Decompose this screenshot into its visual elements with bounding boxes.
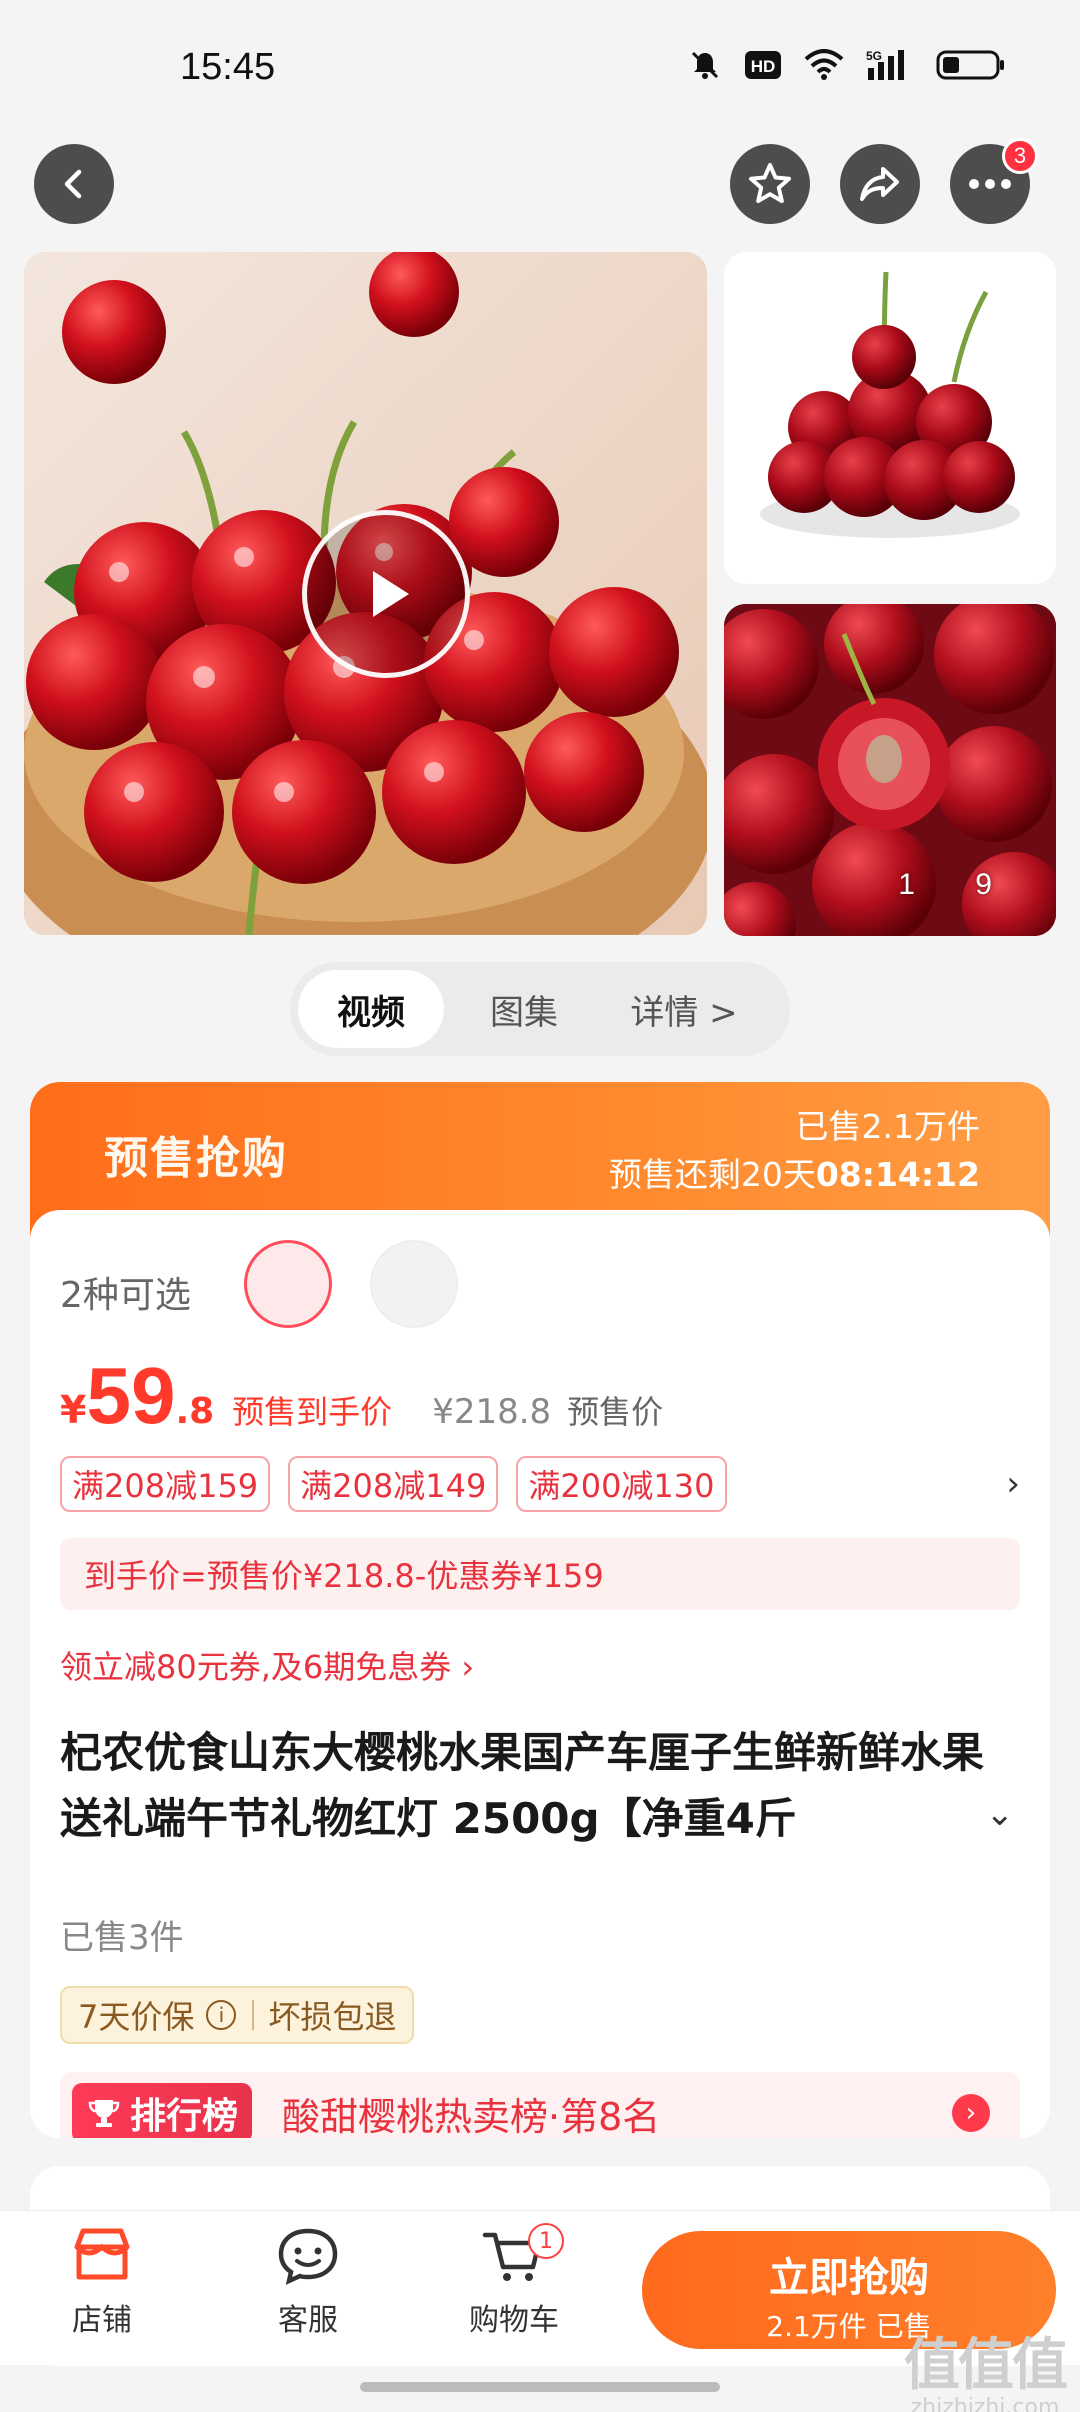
presale-price-label: 预售价 (567, 1393, 664, 1431)
variant-option-2[interactable] (370, 1240, 458, 1328)
presale-countdown: 预售还剩20天08:14:12 (609, 1148, 980, 1196)
price-protect-label: 7天价保 (78, 1998, 195, 2036)
buy-now-label: 立即抢购 (769, 2255, 929, 2301)
expand-title-chevron-icon[interactable]: ⌄ (986, 1794, 1015, 1834)
presale-title: 预售抢购 (104, 1133, 288, 1184)
cart-label: 购物车 (469, 2303, 559, 2338)
guarantee-tag[interactable]: 7天价保 i 坏损包退 (60, 1986, 415, 2044)
chat-smile-icon (278, 2228, 338, 2285)
customer-service-label: 客服 (278, 2303, 338, 2338)
shop-label: 店铺 (72, 2303, 132, 2338)
status-time: 15:45 (180, 46, 276, 88)
coupon-more-chevron-icon[interactable]: › (1006, 1464, 1020, 1504)
hd-label: HD (751, 57, 776, 76)
product-detail-page: 15:45 HD 5G 3 1 9 视频 图集 详情 > 预售抢购 已售2.1万… (0, 0, 1080, 2412)
more-dots-icon (969, 179, 1011, 189)
info-icon[interactable]: i (206, 2000, 237, 2030)
countdown-time: 08:14:12 (815, 1155, 980, 1194)
shop-button[interactable]: 店铺 (32, 2225, 172, 2339)
home-indicator[interactable] (360, 2382, 720, 2392)
customer-service-button[interactable]: 客服 (238, 2225, 378, 2339)
shop-icon (74, 2228, 130, 2280)
price-integer: 59 (86, 1351, 176, 1440)
cart-count-badge: 1 (528, 2223, 564, 2259)
share-arrow-icon (860, 167, 899, 201)
sold-count: 已售3件 (60, 1918, 184, 1958)
site-watermark: 值值值 zhizhizhi.com (904, 2320, 1068, 2412)
damage-refund-label: 坏损包退 (268, 1998, 397, 2036)
watermark-glyph: 值值值 (904, 2333, 1068, 2398)
price-currency: ¥ (60, 1388, 87, 1432)
divider (252, 2000, 255, 2030)
more-button[interactable]: 3 (950, 138, 1038, 224)
coupon-1[interactable]: 满208减159 (60, 1456, 271, 1512)
wifi-icon (804, 49, 844, 85)
trophy-icon (88, 2100, 120, 2127)
cherries-plate-image (724, 252, 1056, 584)
hd-icon: HD (744, 49, 782, 85)
price-decimal: .8 (175, 1391, 215, 1432)
media-tabs: 视频 图集 详情 > (290, 962, 790, 1056)
presale-card: 预售抢购 已售2.1万件 预售还剩20天08:14:12 2种可选 ¥ 59 .… (30, 1082, 1050, 2138)
ranking-badge: 排行榜 (72, 2083, 253, 2138)
presale-body: 2种可选 ¥ 59 .8 预售到手价 ¥218.8 预售价 满208减159 满… (30, 1210, 1050, 2138)
ranking-badge-label: 排行榜 (130, 2096, 239, 2137)
product-video-cover[interactable] (24, 252, 707, 935)
more-notification-badge: 3 (1002, 138, 1038, 174)
coupon-2[interactable]: 满208减149 (288, 1456, 499, 1512)
play-icon (373, 571, 409, 617)
tab-album[interactable]: 图集 (444, 970, 604, 1048)
status-icons: HD 5G (688, 48, 1006, 86)
share-button[interactable] (840, 144, 920, 224)
variant-option-1[interactable] (244, 1240, 332, 1328)
ranking-banner[interactable]: 排行榜 酸甜樱桃热卖榜·第8名 › (60, 2072, 1020, 2138)
presale-sold-count: 已售2.1万件 (795, 1107, 980, 1146)
variant-label: 2种可选 (60, 1275, 191, 1316)
ranking-text: 酸甜樱桃热卖榜·第8名 (282, 2094, 661, 2139)
gallery-thumbnail-1[interactable] (724, 252, 1056, 584)
mute-icon (688, 48, 722, 86)
cart-button[interactable]: 1 购物车 (444, 2223, 584, 2339)
countdown-prefix: 预售还剩20天 (608, 1155, 816, 1194)
star-icon (749, 163, 791, 203)
watermark-text: zhizhizhi.com (910, 2395, 1060, 2412)
back-button[interactable] (34, 144, 114, 224)
favorite-button[interactable] (730, 144, 810, 224)
tab-detail[interactable]: 详情 > (604, 970, 764, 1048)
5g-signal-icon: 5G (866, 48, 914, 86)
promo-coupon-link[interactable]: 领立减80元券,及6期免息券 › (60, 1642, 474, 1688)
back-arrow-icon (64, 169, 82, 199)
presale-price: ¥218.8 (432, 1392, 552, 1432)
coupon-3[interactable]: 满200减130 (516, 1456, 727, 1512)
battery-icon (936, 48, 1006, 86)
price-label: 预售到手价 (232, 1393, 393, 1431)
network-label: 5G (866, 49, 882, 63)
gallery-thumbnail-2[interactable]: 1 9 (724, 604, 1056, 936)
price-row: ¥ 59 .8 预售到手价 ¥218.8 预售价 (60, 1350, 663, 1442)
product-title: 杞农优食山东大樱桃水果国产车厘子生鲜新鲜水果送礼端午节礼物红灯 2500g【净重… (60, 1728, 985, 1843)
gallery-counter: 1 9 (898, 868, 1018, 901)
tab-video[interactable]: 视频 (298, 970, 444, 1048)
status-bar: 15:45 HD 5G (0, 0, 1080, 130)
play-video-button[interactable] (302, 510, 470, 678)
final-price-formula: 到手价=预售价¥218.8-优惠券¥159 (60, 1538, 1020, 1610)
coupon-list: 满208减159 满208减149 满200减130 (60, 1456, 727, 1512)
ranking-arrow-icon[interactable]: › (952, 2094, 990, 2132)
